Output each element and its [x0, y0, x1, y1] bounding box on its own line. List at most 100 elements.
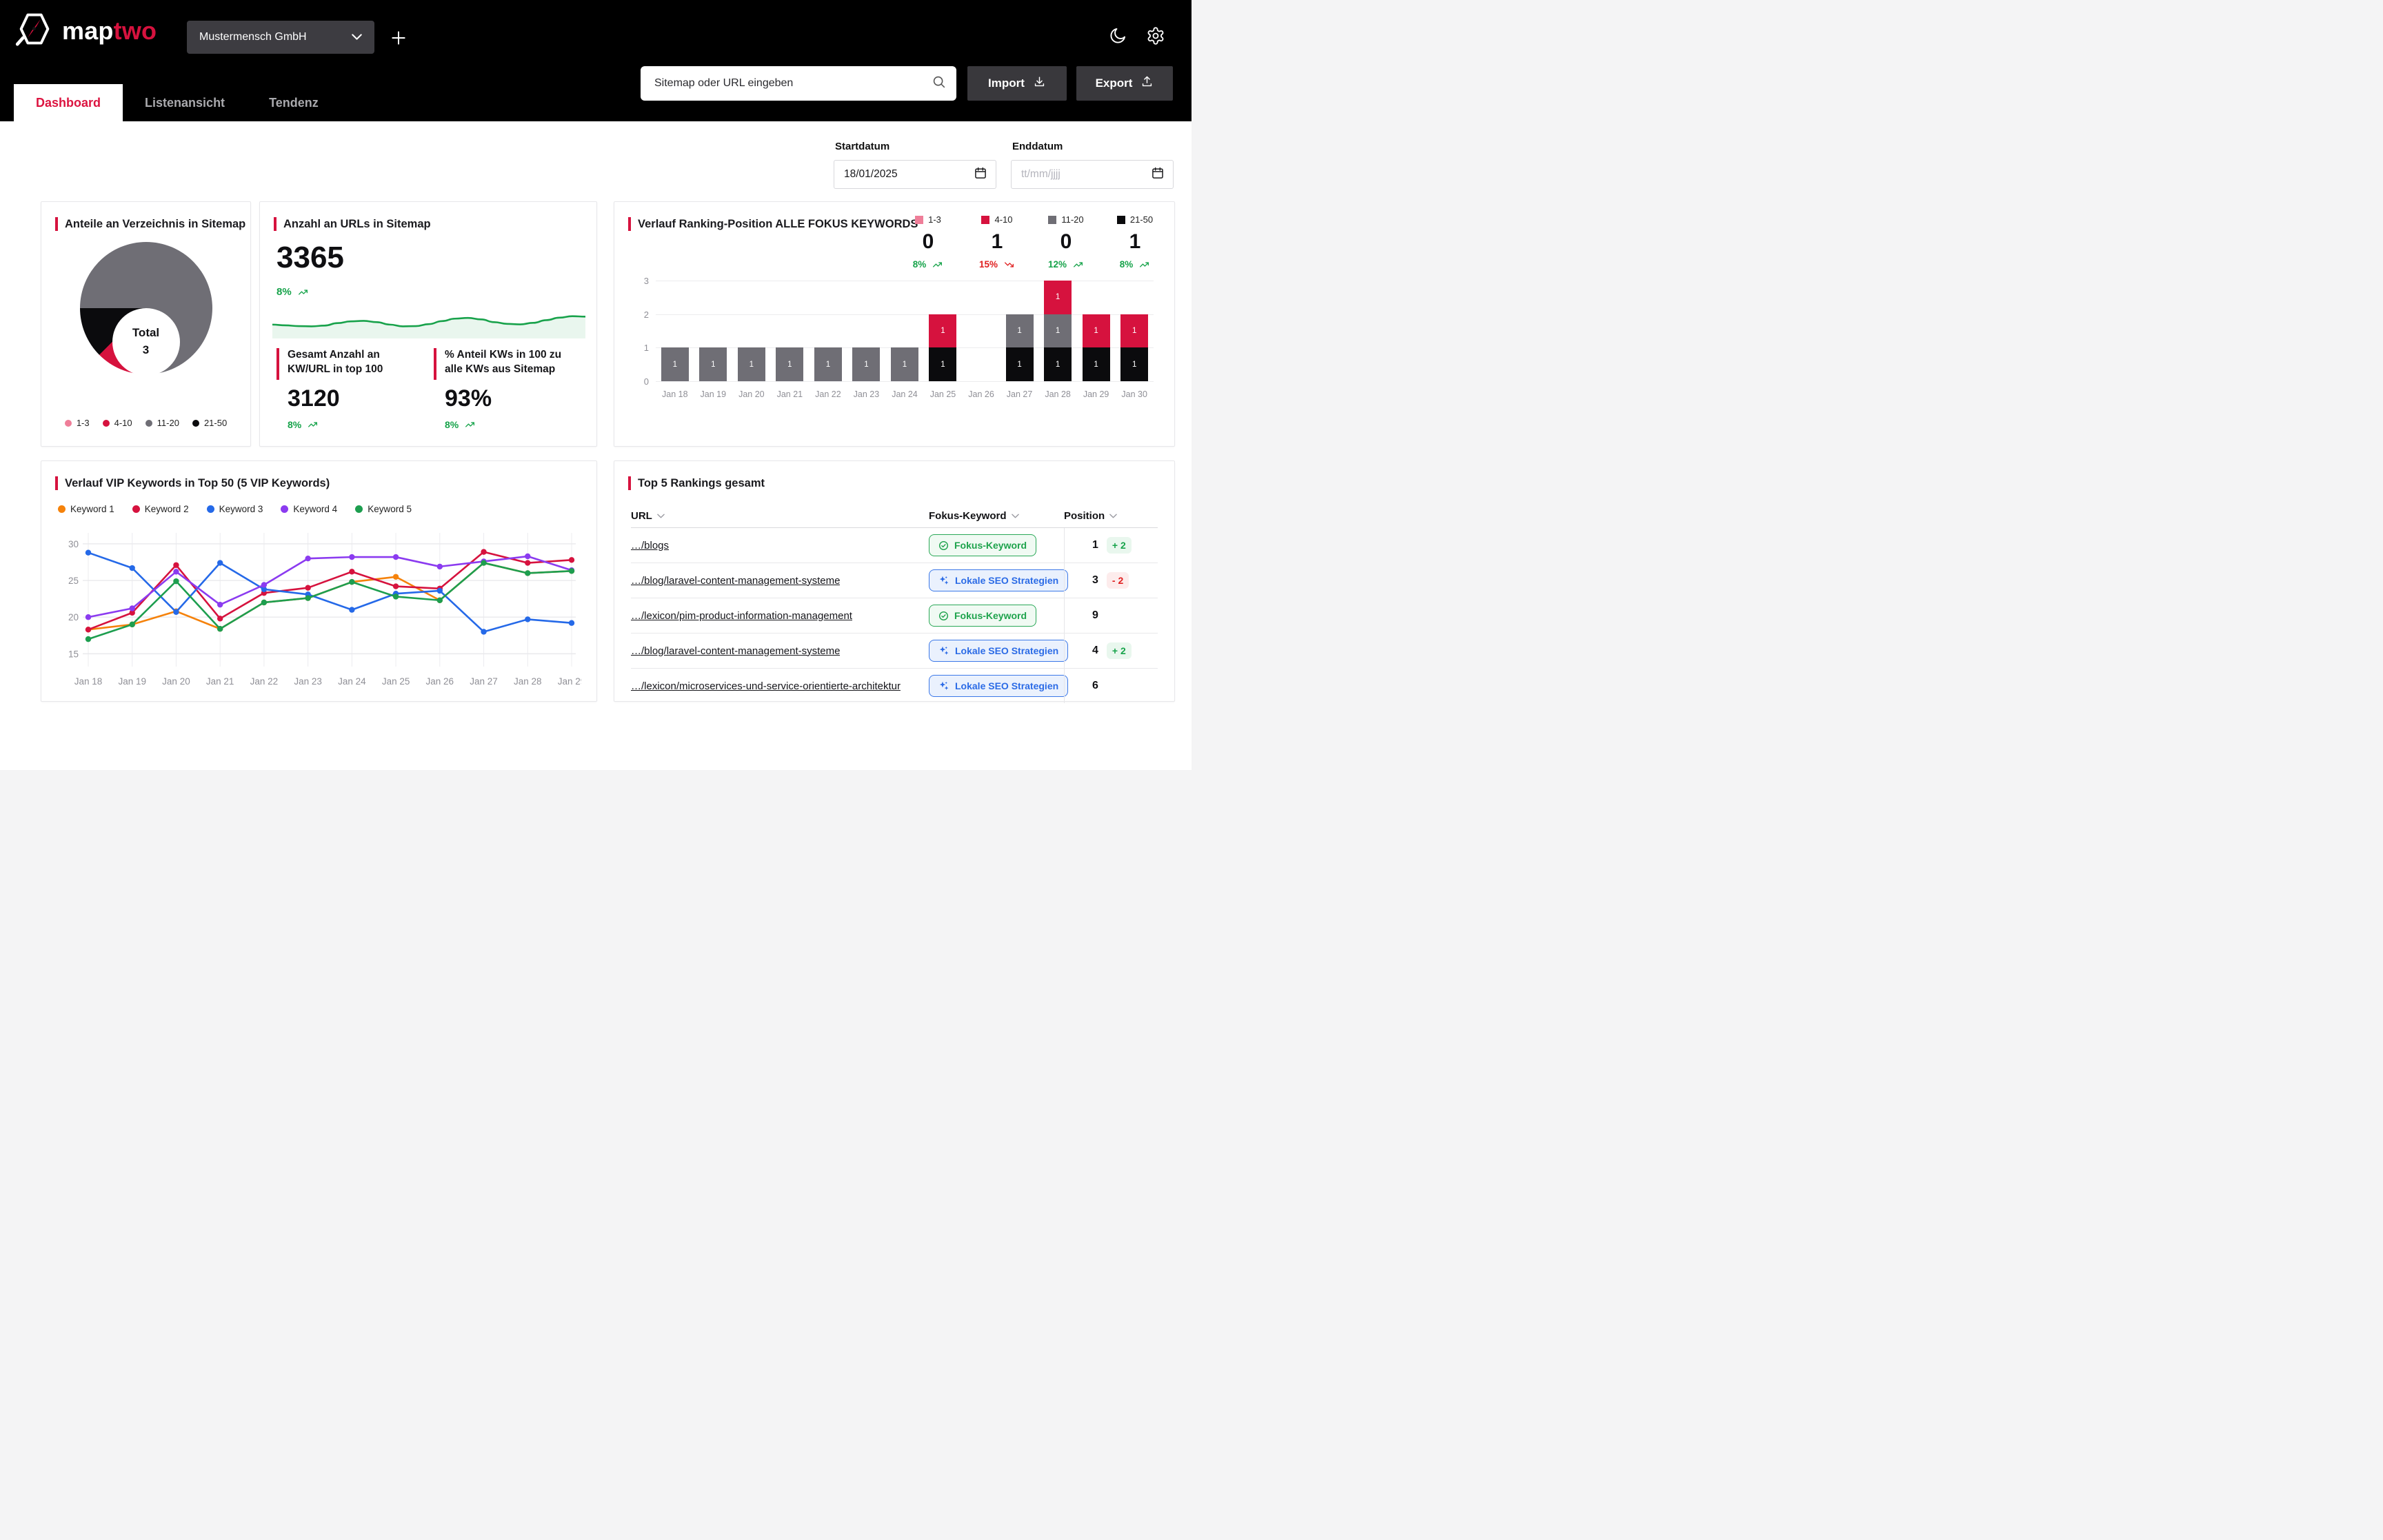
- gridline: [656, 381, 1154, 382]
- url-link[interactable]: …/lexicon/microservices-und-service-orie…: [631, 680, 901, 692]
- legend-swatch: [1048, 216, 1056, 224]
- maptwo-dashboard: maptwo Mustermensch GmbH: [0, 0, 1192, 770]
- keyword-cell: Fokus-Keyword: [929, 528, 1064, 563]
- bar-slot: 1: [771, 281, 810, 381]
- legend-item: Keyword 2: [132, 504, 189, 514]
- keyword-cell: Lokale SEO Strategien: [929, 563, 1064, 598]
- stacked-bar: 1: [661, 347, 689, 381]
- legend-swatch: [132, 505, 140, 513]
- settings-button[interactable]: [1146, 26, 1165, 45]
- svg-text:Jan 26: Jan 26: [426, 676, 454, 687]
- start-date-input[interactable]: 18/01/2025: [834, 160, 996, 189]
- bar-segment: 1: [1083, 314, 1110, 348]
- vip-line-chart: Jan 18Jan 19Jan 20Jan 21Jan 22Jan 23Jan …: [58, 525, 581, 693]
- svg-text:Jan 22: Jan 22: [250, 676, 279, 687]
- table-row: …/blog/laravel-content-management-system…: [631, 634, 1158, 669]
- card-title: Top 5 Rankings gesamt: [628, 476, 765, 490]
- column-label: Position: [1064, 510, 1105, 522]
- url-cell: …/lexicon/microservices-und-service-orie…: [631, 669, 929, 703]
- bar-slot: 11: [1077, 281, 1116, 381]
- end-date-input[interactable]: tt/mm/jjjj: [1011, 160, 1174, 189]
- table-body: …/blogsFokus-Keyword1+ 2…/blog/laravel-c…: [631, 528, 1158, 701]
- axis-label: Jan 18: [656, 389, 694, 399]
- url-link[interactable]: …/blog/laravel-content-management-system…: [631, 575, 840, 587]
- dark-mode-toggle[interactable]: [1109, 26, 1128, 45]
- legend-label: 21-50: [204, 418, 227, 428]
- axis-label: Jan 29: [1077, 389, 1116, 399]
- start-date-value: 18/01/2025: [844, 168, 898, 181]
- bar-segment: 1: [699, 347, 727, 381]
- column-header-url: URL: [631, 510, 929, 522]
- calendar-icon[interactable]: [974, 166, 987, 183]
- accent-bar: [55, 476, 58, 490]
- column-label: Fokus-Keyword: [929, 510, 1007, 522]
- card-title: Anzahl an URLs in Sitemap: [274, 217, 431, 231]
- legend-label: 4-10: [114, 418, 132, 428]
- bar-slot: [962, 281, 1001, 381]
- sort-chevron-icon[interactable]: [1109, 514, 1117, 518]
- url-cell: …/blog/laravel-content-management-system…: [631, 634, 929, 668]
- bar-segment: 1: [929, 347, 956, 381]
- svg-text:25: 25: [68, 576, 79, 586]
- url-link[interactable]: …/blogs: [631, 540, 669, 551]
- bar-slot: 11: [1001, 281, 1039, 381]
- position-cell: 6: [1064, 669, 1158, 703]
- column-header-fokuskeyword: Fokus-Keyword: [929, 510, 1064, 522]
- keyword-cell: Lokale SEO Strategien: [929, 669, 1064, 703]
- axis-label: Jan 19: [694, 389, 733, 399]
- sub-metric-value: 93%: [445, 385, 579, 412]
- ranking-stat-trend: 8%: [1120, 259, 1151, 270]
- moon-icon: [1109, 36, 1127, 48]
- bar-slot: 1: [732, 281, 771, 381]
- sort-chevron-icon[interactable]: [1012, 514, 1019, 518]
- accent-bar: [55, 217, 58, 231]
- ranking-stat-range: 4-10: [981, 214, 1012, 225]
- url-cell: …/lexicon/pim-product-information-manage…: [631, 598, 929, 633]
- search-icon[interactable]: [932, 74, 947, 93]
- legend-label: 1-3: [77, 418, 90, 428]
- ranking-stat: 21-5018%: [1114, 214, 1156, 270]
- axis-label: 0: [631, 376, 649, 387]
- keyword-badge: Lokale SEO Strategien: [929, 675, 1068, 697]
- ranking-stat: 1-308%: [907, 214, 949, 270]
- position-value: 9: [1092, 609, 1098, 622]
- card-title: Verlauf Ranking-Position ALLE FOKUS KEYW…: [628, 217, 918, 231]
- sort-chevron-icon[interactable]: [657, 514, 665, 518]
- bar-slot: 1: [885, 281, 924, 381]
- svg-text:Jan 20: Jan 20: [162, 676, 190, 687]
- bar-slot: 1: [809, 281, 847, 381]
- import-button[interactable]: Import: [967, 66, 1067, 101]
- bar-slot: 11: [924, 281, 963, 381]
- bar-segment: 1: [1006, 314, 1034, 348]
- url-link[interactable]: …/lexicon/pim-product-information-manage…: [631, 610, 852, 622]
- table-row: …/lexicon/microservices-und-service-orie…: [631, 669, 1158, 703]
- svg-text:Jan 28: Jan 28: [514, 676, 542, 687]
- company-selector[interactable]: Mustermensch GmbH: [187, 21, 374, 54]
- tab-dashboard[interactable]: Dashboard: [14, 84, 123, 121]
- ranking-stat-range: 11-20: [1048, 214, 1083, 225]
- legend-swatch: [58, 505, 66, 513]
- legend-item: Keyword 5: [355, 504, 412, 514]
- ranking-stat-value: 0: [1060, 230, 1072, 254]
- app-logo: maptwo: [15, 10, 157, 52]
- url-link[interactable]: …/blog/laravel-content-management-system…: [631, 645, 840, 657]
- top-rankings-card: Top 5 Rankings gesamt URLFokus-KeywordPo…: [614, 460, 1175, 702]
- add-project-button[interactable]: [386, 26, 411, 50]
- tab-listenansicht[interactable]: Listenansicht: [123, 84, 247, 121]
- url-count-card: Anzahl an URLs in Sitemap 3365 8% Gesamt…: [259, 201, 597, 447]
- end-date-label: Enddatum: [1012, 141, 1063, 152]
- ranking-stat: 11-20 0 12%: [1045, 214, 1087, 270]
- calendar-icon[interactable]: [1151, 166, 1165, 183]
- ranking-stat-trend: 12%: [1048, 259, 1084, 270]
- keyword-cell: Lokale SEO Strategien: [929, 634, 1064, 668]
- sitemap-search-input[interactable]: [653, 77, 932, 90]
- table-row: …/lexicon/pim-product-information-manage…: [631, 598, 1158, 634]
- download-icon: [1033, 75, 1046, 92]
- export-button[interactable]: Export: [1076, 66, 1173, 101]
- bar-segment: 1: [891, 347, 918, 381]
- position-value: 3: [1092, 574, 1098, 587]
- tab-tendenz[interactable]: Tendenz: [247, 84, 341, 121]
- import-button-label: Import: [988, 77, 1025, 90]
- export-button-label: Export: [1096, 77, 1133, 90]
- ranking-stat-trend: 15%: [979, 259, 1015, 270]
